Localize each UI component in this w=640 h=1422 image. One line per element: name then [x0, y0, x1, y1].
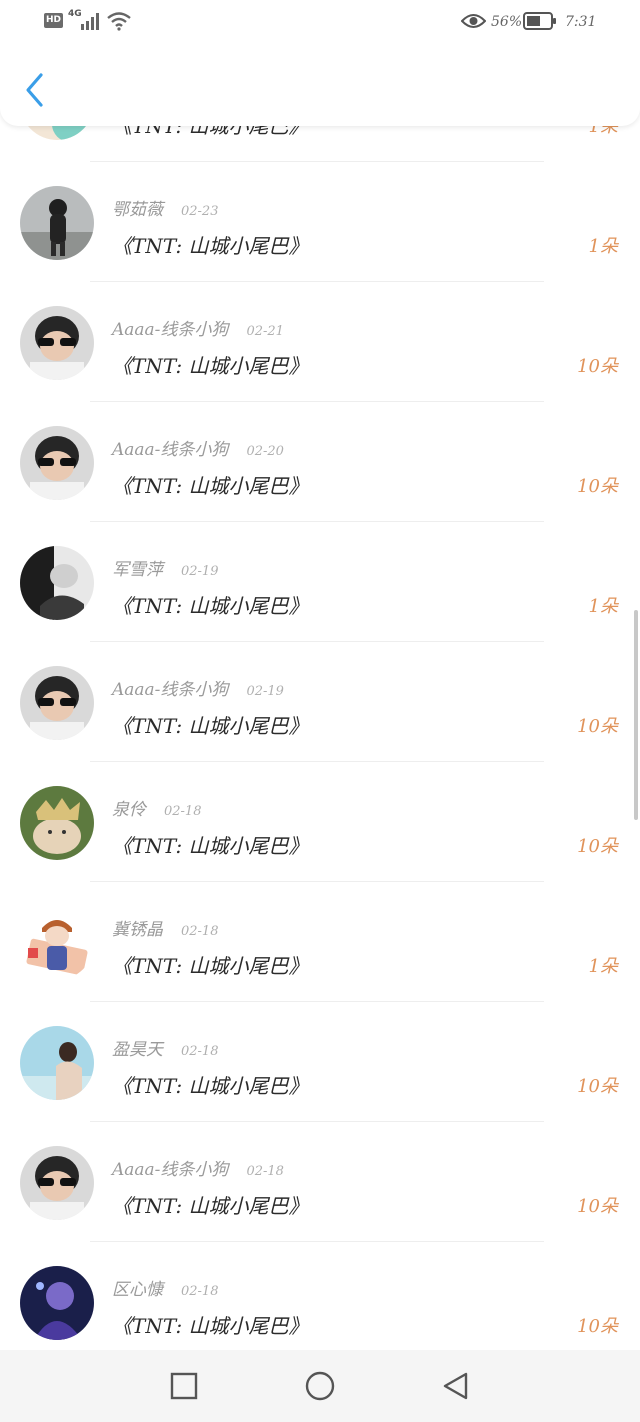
back-button[interactable] [20, 70, 50, 110]
avatar[interactable] [20, 186, 94, 260]
sender-name: 冀锈晶 02-18 [112, 920, 219, 940]
list-item[interactable]: 区心慷 02-18 《TNT: 山城小尾巴》 10朵 [0, 1242, 640, 1362]
recent-apps-button[interactable] [168, 1370, 200, 1402]
item-amount: 10朵 [577, 716, 618, 737]
wifi-icon [107, 12, 131, 31]
item-title: 《TNT: 山城小尾巴》 [112, 954, 309, 978]
avatar[interactable] [20, 546, 94, 620]
system-nav-bar [0, 1350, 640, 1422]
square-recent-apps-icon [170, 1372, 198, 1400]
item-title: 《TNT: 山城小尾巴》 [112, 594, 309, 618]
sender-name: 泉伶 02-18 [112, 800, 202, 820]
send-date: 02-18 [181, 1284, 219, 1299]
item-title: 《TNT: 山城小尾巴》 [112, 834, 309, 858]
item-amount: 10朵 [577, 1316, 618, 1337]
send-date: 02-18 [181, 924, 219, 939]
hd-badge: HD [44, 13, 63, 28]
eye-icon [461, 14, 486, 28]
send-date: 02-20 [246, 444, 284, 459]
list-item[interactable]: Aaaa-线条小狗 02-19 《TNT: 山城小尾巴》 10朵 [0, 642, 640, 762]
scrollbar[interactable] [634, 610, 638, 820]
sender-name: 盈昊天 02-18 [112, 1040, 219, 1060]
list-item[interactable]: 泉伶 02-18 《TNT: 山城小尾巴》 10朵 [0, 762, 640, 882]
avatar[interactable] [20, 306, 94, 380]
sender-name: Aaaa-线条小狗 02-19 [112, 680, 284, 700]
list-item[interactable]: Aaaa-线条小狗 02-20 《TNT: 山城小尾巴》 10朵 [0, 402, 640, 522]
sender-name: 区心慷 02-18 [112, 1280, 219, 1300]
avatar[interactable] [20, 1146, 94, 1220]
item-title: 《TNT: 山城小尾巴》 [112, 1314, 309, 1338]
item-title: 《TNT: 山城小尾巴》 [112, 1074, 309, 1098]
sender-name: 军雪萍 02-19 [112, 560, 219, 580]
send-date: 02-21 [246, 324, 284, 339]
signal-icon [81, 13, 99, 30]
list-item[interactable]: 盈昊天 02-18 《TNT: 山城小尾巴》 10朵 [0, 1002, 640, 1122]
avatar[interactable] [20, 786, 94, 860]
send-date: 02-19 [246, 684, 284, 699]
item-title: 《TNT: 山城小尾巴》 [112, 474, 309, 498]
item-amount: 10朵 [577, 356, 618, 377]
item-title: 《TNT: 山城小尾巴》 [112, 234, 309, 258]
item-title: 《TNT: 山城小尾巴》 [112, 1194, 309, 1218]
battery-icon [523, 12, 556, 30]
avatar[interactable] [20, 426, 94, 500]
list-item[interactable]: 鄂茹薇 02-23 《TNT: 山城小尾巴》 1朵 [0, 162, 640, 282]
sender-name: Aaaa-线条小狗 02-21 [112, 320, 284, 340]
sender-name: 鄂茹薇 02-23 [112, 200, 219, 220]
send-date: 02-18 [164, 804, 202, 819]
item-title: 《TNT: 山城小尾巴》 [112, 354, 309, 378]
item-amount: 10朵 [577, 1196, 618, 1217]
avatar[interactable] [20, 1266, 94, 1340]
send-date: 02-19 [181, 564, 219, 579]
status-bar: HD 4G 56% 7:31 [0, 0, 640, 44]
avatar[interactable] [20, 1026, 94, 1100]
item-amount: 1朵 [588, 596, 618, 617]
send-date: 02-18 [181, 1044, 219, 1059]
item-amount: 1朵 [588, 236, 618, 257]
circle-home-icon [305, 1371, 335, 1401]
list-item[interactable]: Aaaa-线条小狗 02-18 《TNT: 山城小尾巴》 10朵 [0, 1122, 640, 1242]
list-item[interactable]: Aaaa-线条小狗 02-21 《TNT: 山城小尾巴》 10朵 [0, 282, 640, 402]
avatar[interactable] [20, 666, 94, 740]
home-button[interactable] [304, 1370, 336, 1402]
sender-name: Aaaa-线条小狗 02-20 [112, 440, 284, 460]
back-nav-button[interactable] [440, 1370, 472, 1402]
item-amount: 10朵 [577, 836, 618, 857]
send-date: 02-18 [246, 1164, 284, 1179]
battery-percent: 56% [491, 14, 523, 30]
clock: 7:31 [565, 14, 597, 30]
list-item[interactable]: 军雪萍 02-19 《TNT: 山城小尾巴》 1朵 [0, 522, 640, 642]
item-amount: 10朵 [577, 1076, 618, 1097]
list-item[interactable]: 冀锈晶 02-18 《TNT: 山城小尾巴》 1朵 [0, 882, 640, 1002]
sender-name: Aaaa-线条小狗 02-18 [112, 1160, 284, 1180]
top-header: HD 4G 56% 7:31 [0, 0, 640, 126]
item-amount: 1朵 [588, 956, 618, 977]
send-date: 02-23 [181, 204, 219, 219]
item-amount: 10朵 [577, 476, 618, 497]
chevron-left-icon [26, 73, 43, 107]
avatar[interactable] [20, 906, 94, 980]
item-title: 《TNT: 山城小尾巴》 [112, 714, 309, 738]
triangle-back-icon [443, 1372, 468, 1400]
